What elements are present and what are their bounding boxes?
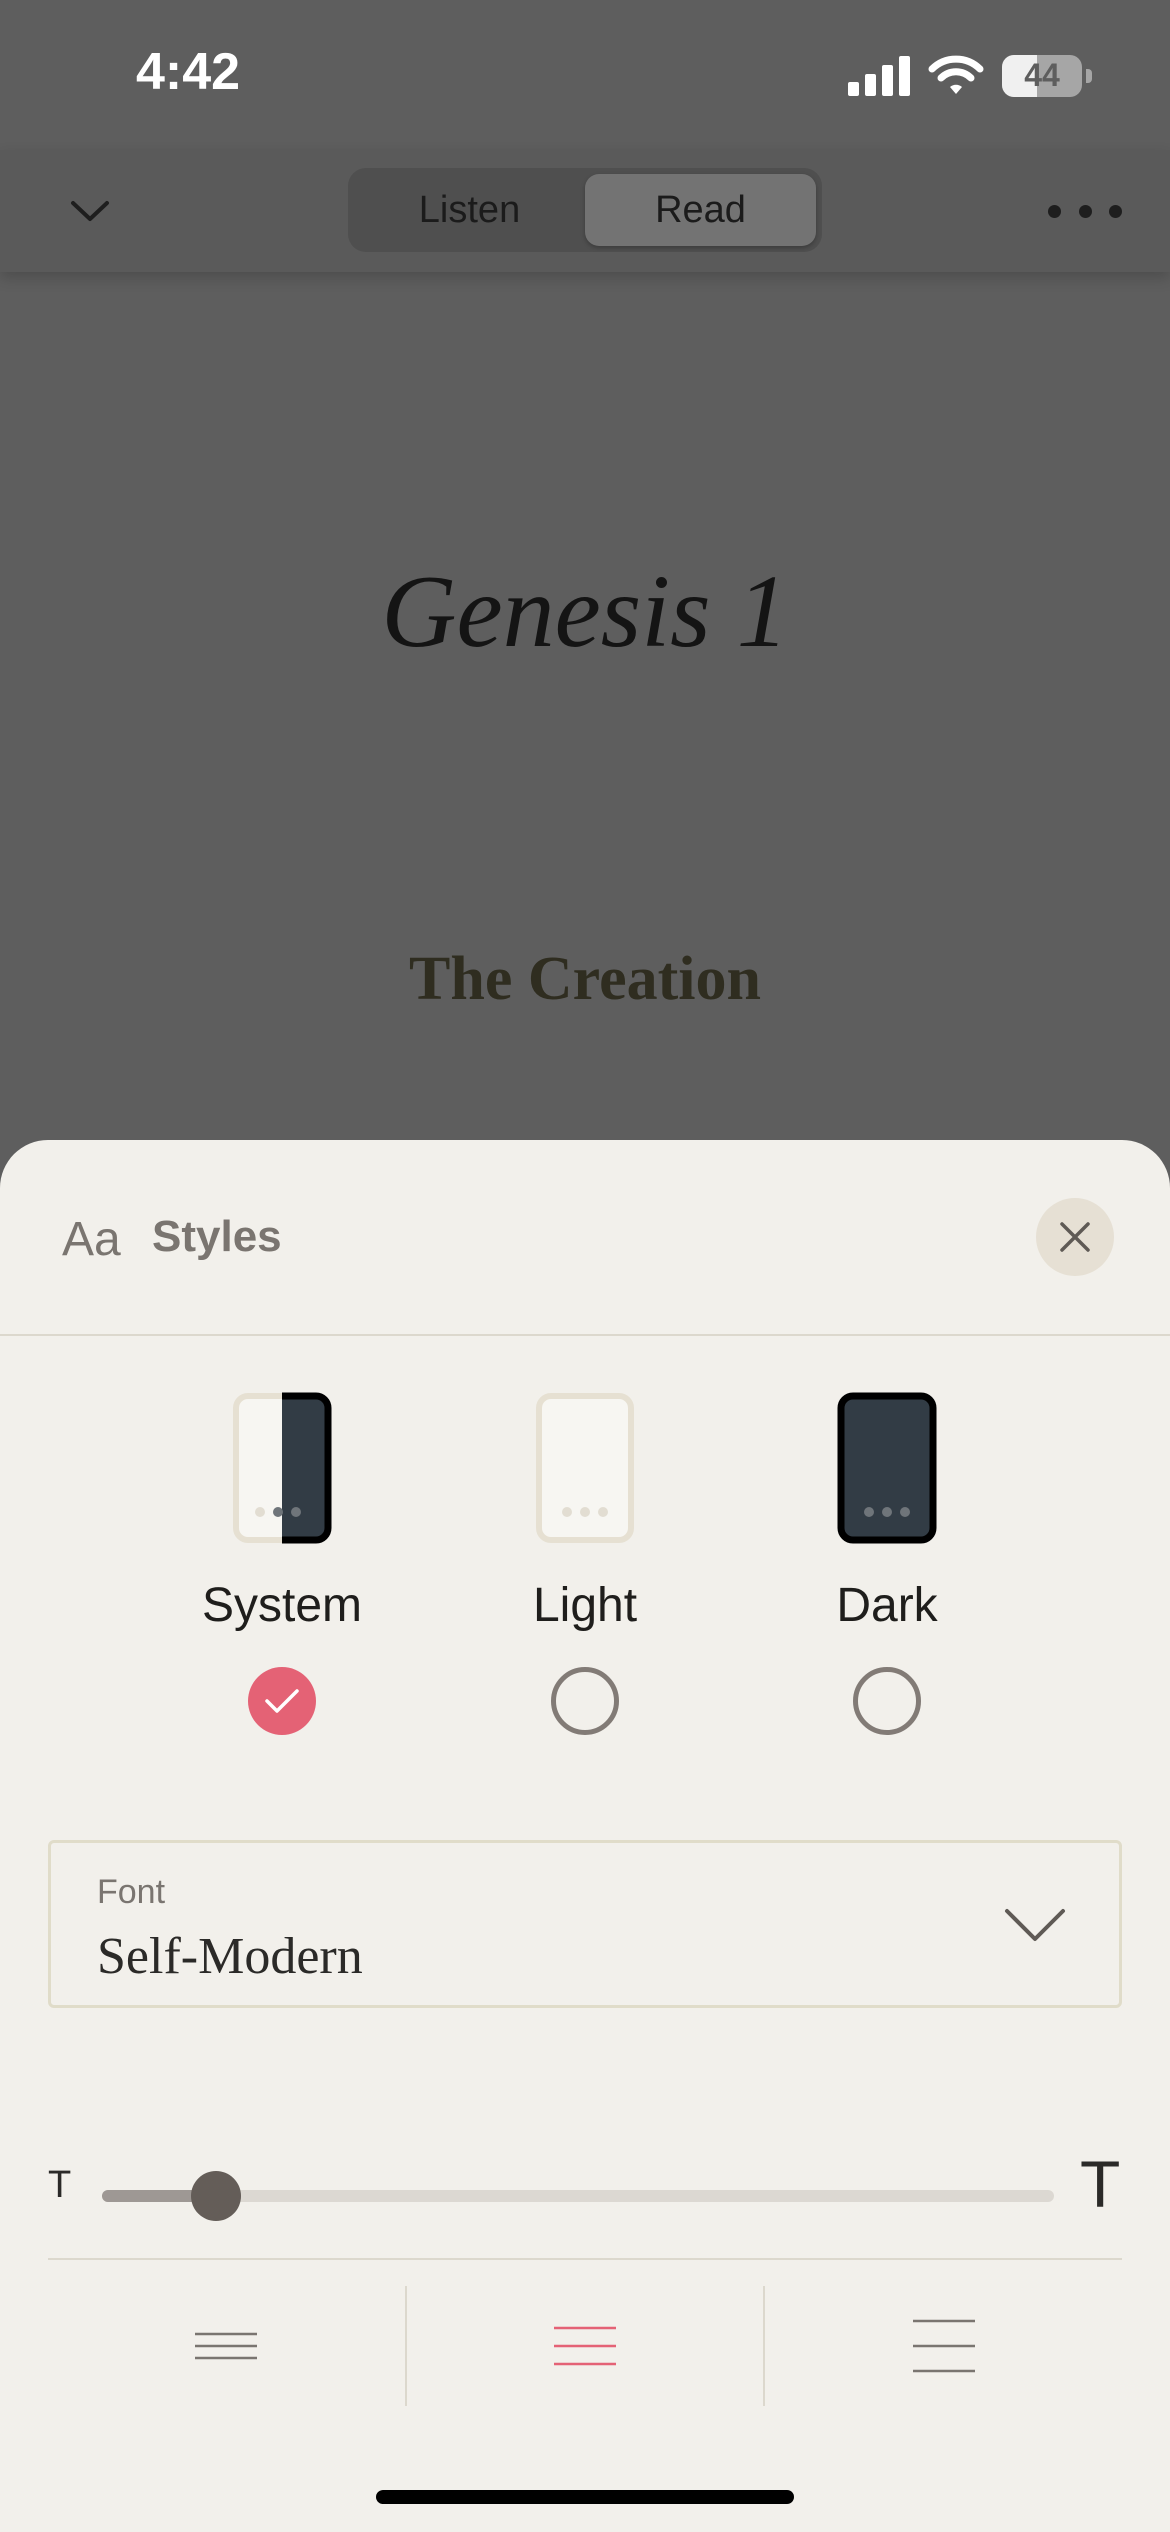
font-label: Font bbox=[97, 1873, 166, 1911]
checkmark-icon bbox=[265, 1689, 299, 1713]
status-bar: 4:42 44 bbox=[0, 0, 1170, 150]
line-spacing-normal-button[interactable] bbox=[404, 2286, 764, 2406]
theme-radio-dark[interactable] bbox=[853, 1667, 921, 1735]
section-heading: The Creation bbox=[409, 945, 761, 1013]
font-value: Self-Modern bbox=[97, 1928, 363, 1985]
line-spacing-loose-button[interactable] bbox=[763, 2286, 1122, 2406]
more-dot-icon bbox=[1109, 204, 1122, 218]
theme-label-dark: Dark bbox=[836, 1579, 938, 1632]
text-size-slider[interactable] bbox=[102, 2171, 1054, 2221]
tab-listen[interactable]: Listen bbox=[354, 174, 585, 246]
light-theme-icon bbox=[536, 1393, 634, 1543]
tab-read[interactable]: Read bbox=[585, 174, 816, 246]
line-spacing-compact-button[interactable] bbox=[48, 2286, 405, 2406]
chapter-title: Genesis 1 bbox=[381, 554, 789, 669]
nav-bar: Listen Read bbox=[0, 150, 1170, 272]
theme-options: System Light Dark bbox=[0, 1392, 1170, 1735]
close-icon bbox=[1060, 1222, 1090, 1252]
theme-radio-light[interactable] bbox=[551, 1667, 619, 1735]
line-spacing-normal-icon bbox=[554, 2326, 616, 2366]
wifi-icon bbox=[928, 55, 984, 94]
status-time: 4:42 bbox=[136, 43, 241, 101]
battery-icon: 44 bbox=[1002, 55, 1082, 97]
status-icons: 44 bbox=[848, 54, 1092, 98]
battery-level: 44 bbox=[1024, 57, 1060, 93]
font-select[interactable]: Font Self-Modern bbox=[48, 1840, 1122, 2008]
more-dot-icon bbox=[1048, 204, 1061, 218]
line-spacing-compact-icon bbox=[195, 2332, 258, 2360]
system-theme-icon bbox=[233, 1392, 332, 1544]
collapse-button[interactable] bbox=[60, 186, 120, 236]
line-spacing-loose-icon bbox=[912, 2319, 975, 2373]
theme-option-dark[interactable]: Dark bbox=[757, 1392, 1017, 1735]
text-size-large-icon: T bbox=[1080, 2147, 1121, 2221]
line-spacing-options bbox=[48, 2286, 1122, 2406]
slider-thumb[interactable] bbox=[191, 2171, 242, 2221]
styles-sheet: Aa Styles System Light Dark Font Self-Mo… bbox=[0, 1140, 1170, 2532]
cellular-signal-icon bbox=[848, 56, 910, 96]
battery-cap bbox=[1086, 69, 1092, 83]
chevron-down-icon bbox=[1005, 1909, 1065, 1941]
mode-segmented-control: Listen Read bbox=[348, 168, 822, 252]
divider bbox=[48, 2258, 1122, 2260]
dark-theme-icon bbox=[837, 1392, 937, 1544]
theme-option-system[interactable]: System bbox=[152, 1392, 412, 1735]
text-style-icon: Aa bbox=[62, 1213, 121, 1266]
sheet-header: Aa Styles bbox=[0, 1140, 1170, 1336]
text-size-small-icon: T bbox=[48, 2164, 72, 2206]
more-options-button[interactable] bbox=[1048, 186, 1122, 236]
theme-label-system: System bbox=[201, 1579, 363, 1632]
chevron-down-icon bbox=[71, 201, 109, 221]
home-indicator bbox=[376, 2490, 794, 2504]
more-dot-icon bbox=[1078, 204, 1092, 218]
theme-label-light: Light bbox=[532, 1579, 638, 1632]
sheet-title: Styles bbox=[152, 1212, 282, 1261]
close-button[interactable] bbox=[1036, 1198, 1114, 1276]
theme-option-light[interactable]: Light bbox=[455, 1392, 715, 1735]
theme-radio-system[interactable] bbox=[248, 1667, 316, 1735]
text-size-row: T T bbox=[0, 2120, 1170, 2240]
